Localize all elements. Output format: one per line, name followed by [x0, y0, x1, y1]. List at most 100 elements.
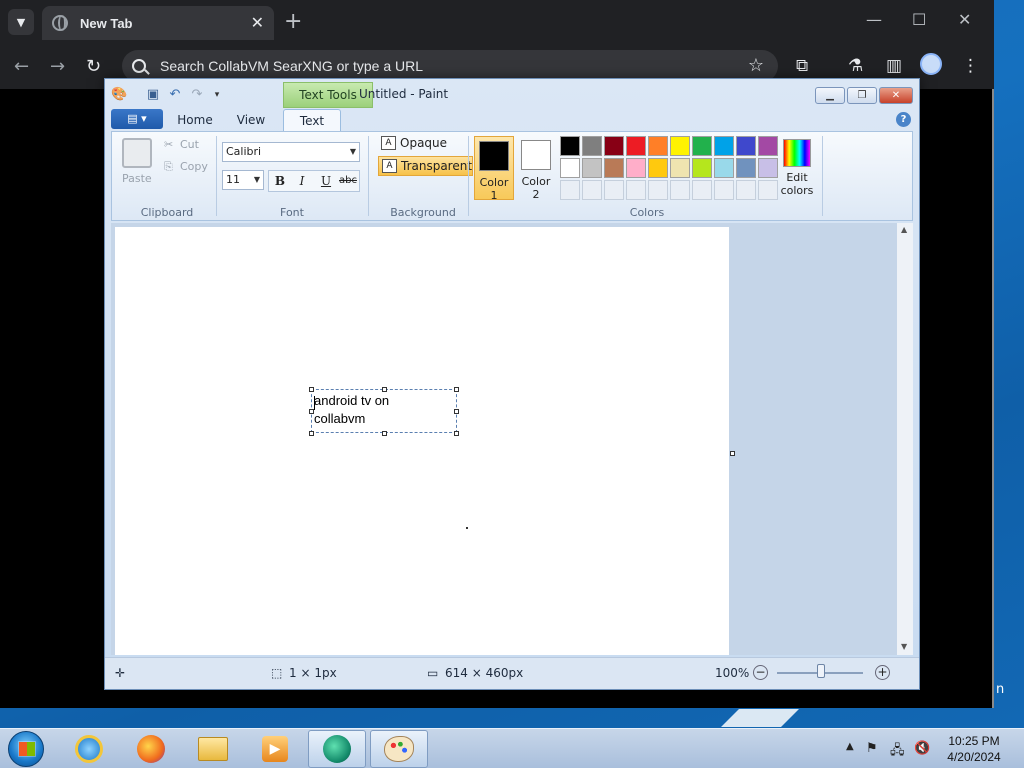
- labs-flask-icon[interactable]: ⚗: [848, 56, 863, 76]
- scroll-up-icon[interactable]: ▲: [901, 225, 907, 234]
- resize-handle[interactable]: [309, 431, 314, 436]
- palette-color-swatch[interactable]: [604, 136, 624, 156]
- palette-color-swatch[interactable]: [648, 136, 668, 156]
- palette-empty-slot[interactable]: [604, 180, 624, 200]
- underline-button[interactable]: U: [315, 171, 337, 191]
- redo-icon[interactable]: ↷: [189, 87, 205, 103]
- tab-view[interactable]: View: [223, 109, 279, 131]
- palette-color-swatch[interactable]: [648, 158, 668, 178]
- extensions-icon[interactable]: ⧉: [796, 56, 808, 76]
- color1-selector[interactable]: Color 1: [474, 136, 514, 202]
- new-tab-button[interactable]: +: [284, 10, 302, 34]
- palette-color-swatch[interactable]: [758, 136, 778, 156]
- palette-empty-slot[interactable]: [670, 180, 690, 200]
- taskbar-internet-explorer[interactable]: [60, 730, 118, 768]
- color2-selector[interactable]: Color 2: [516, 136, 556, 201]
- palette-empty-slot[interactable]: [714, 180, 734, 200]
- tab-text[interactable]: Text: [283, 109, 341, 131]
- transparent-option[interactable]: A Transparent: [378, 156, 474, 176]
- edit-colors-button[interactable]: Edit colors: [780, 136, 814, 197]
- copy-button[interactable]: Copy: [180, 160, 208, 173]
- palette-color-swatch[interactable]: [692, 158, 712, 178]
- show-hidden-icons[interactable]: ▲: [846, 741, 854, 752]
- back-icon[interactable]: ←: [14, 56, 29, 77]
- zoom-slider-thumb[interactable]: [817, 664, 825, 678]
- reload-icon[interactable]: ↻: [86, 56, 101, 77]
- undo-icon[interactable]: ↶: [167, 87, 183, 103]
- bookmark-star-icon[interactable]: ☆: [748, 55, 764, 76]
- palette-color-swatch[interactable]: [560, 158, 580, 178]
- font-size-select[interactable]: 11 ▼: [222, 170, 264, 190]
- paste-icon[interactable]: [122, 138, 152, 168]
- palette-color-swatch[interactable]: [670, 158, 690, 178]
- palette-empty-slot[interactable]: [692, 180, 712, 200]
- start-button[interactable]: [8, 731, 44, 767]
- save-icon[interactable]: ▣: [145, 87, 161, 103]
- palette-empty-slot[interactable]: [736, 180, 756, 200]
- opaque-option[interactable]: A Opaque: [378, 134, 447, 154]
- scroll-down-icon[interactable]: ▼: [901, 642, 907, 651]
- taskbar-paint[interactable]: [370, 730, 428, 768]
- paint-close-button[interactable]: ✕: [879, 87, 913, 104]
- action-center-flag-icon[interactable]: ⚑: [866, 741, 878, 756]
- palette-empty-slot[interactable]: [560, 180, 580, 200]
- palette-empty-slot[interactable]: [582, 180, 602, 200]
- tab-search-button[interactable]: ▼: [8, 9, 34, 35]
- menu-kebab-icon[interactable]: ⋮: [962, 56, 979, 76]
- paint-restore-button[interactable]: ❐: [847, 87, 877, 104]
- palette-color-swatch[interactable]: [582, 158, 602, 178]
- zoom-in-button[interactable]: +: [875, 665, 890, 680]
- palette-color-swatch[interactable]: [736, 158, 756, 178]
- font-family-select[interactable]: Calibri ▼: [222, 142, 360, 162]
- taskbar-file-explorer[interactable]: [184, 730, 242, 768]
- resize-handle[interactable]: [454, 409, 459, 414]
- bold-button[interactable]: B: [269, 171, 291, 191]
- palette-color-swatch[interactable]: [626, 136, 646, 156]
- taskbar-media-player[interactable]: ▶: [246, 730, 304, 768]
- palette-color-swatch[interactable]: [692, 136, 712, 156]
- close-icon[interactable]: ✕: [958, 10, 971, 29]
- taskbar-firefox[interactable]: [122, 730, 180, 768]
- resize-handle[interactable]: [454, 431, 459, 436]
- help-icon[interactable]: ?: [896, 112, 911, 127]
- palette-color-swatch[interactable]: [758, 158, 778, 178]
- tab-close-icon[interactable]: ✕: [251, 14, 264, 32]
- paint-menu-button[interactable]: ▤ ▾: [111, 109, 163, 129]
- palette-color-swatch[interactable]: [736, 136, 756, 156]
- palette-color-swatch[interactable]: [582, 136, 602, 156]
- palette-color-swatch[interactable]: [626, 158, 646, 178]
- side-panel-icon[interactable]: ▥: [886, 56, 902, 76]
- palette-empty-slot[interactable]: [626, 180, 646, 200]
- canvas-resize-handle[interactable]: [730, 451, 735, 456]
- maximize-icon[interactable]: ☐: [912, 10, 926, 29]
- taskbar-browser[interactable]: [308, 730, 366, 768]
- palette-empty-slot[interactable]: [758, 180, 778, 200]
- resize-handle[interactable]: [454, 387, 459, 392]
- paste-label[interactable]: Paste: [122, 172, 152, 185]
- zoom-out-button[interactable]: −: [753, 665, 768, 680]
- resize-handle[interactable]: [382, 387, 387, 392]
- strikethrough-button[interactable]: abc: [337, 171, 359, 191]
- system-clock[interactable]: 10:25 PM 4/20/2024: [936, 733, 1012, 765]
- profile-avatar[interactable]: [920, 53, 942, 75]
- italic-button[interactable]: I: [291, 171, 313, 191]
- resize-handle[interactable]: [309, 409, 314, 414]
- network-icon[interactable]: 🖧: [890, 741, 905, 763]
- palette-empty-slot[interactable]: [648, 180, 668, 200]
- palette-color-swatch[interactable]: [714, 158, 734, 178]
- minimize-icon[interactable]: —: [866, 10, 882, 29]
- palette-color-swatch[interactable]: [560, 136, 580, 156]
- vertical-scrollbar[interactable]: ▲ ▼: [897, 223, 913, 655]
- resize-handle[interactable]: [382, 431, 387, 436]
- palette-color-swatch[interactable]: [670, 136, 690, 156]
- volume-muted-icon[interactable]: 🔇: [914, 741, 930, 756]
- resize-handle[interactable]: [309, 387, 314, 392]
- tab-home[interactable]: Home: [167, 109, 223, 131]
- cut-button[interactable]: Cut: [180, 138, 199, 151]
- text-input-box[interactable]: android tv on collabvm: [309, 387, 459, 436]
- palette-color-swatch[interactable]: [714, 136, 734, 156]
- drawing-canvas[interactable]: android tv on collabvm: [115, 227, 729, 655]
- customize-quick-access-icon[interactable]: ▾: [209, 87, 225, 103]
- paint-minimize-button[interactable]: ▁: [815, 87, 845, 104]
- forward-icon[interactable]: →: [50, 56, 65, 77]
